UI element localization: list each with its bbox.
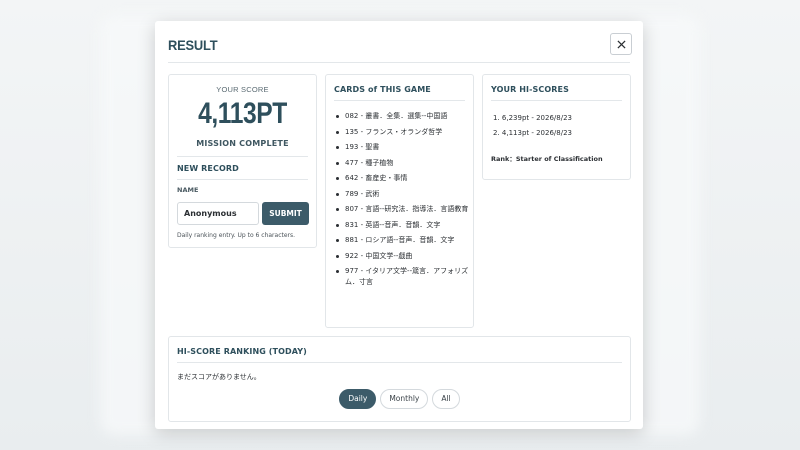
score-card: YOUR SCORE 4,113PT MISSION COMPLETE NEW … xyxy=(168,74,317,248)
score-label: YOUR SCORE xyxy=(216,85,269,94)
list-item: 1. 6,239pt - 2026/8/23 xyxy=(493,114,572,122)
list-item: 789 - 武術 xyxy=(335,189,469,200)
new-record-divider xyxy=(177,179,308,180)
close-icon xyxy=(616,39,626,49)
cards-title: CARDS of THIS GAME xyxy=(334,85,431,94)
name-label: NAME xyxy=(177,186,199,194)
score-divider xyxy=(177,156,308,157)
list-item: 881 - ロシア語--音声．音韻．文字 xyxy=(335,235,469,246)
rank-text: Rank：Starter of Classification xyxy=(491,155,603,163)
list-item: 135 - フランス・オランダ哲学 xyxy=(335,127,469,138)
list-item: 082 - 叢書．全集．選集--中国語 xyxy=(335,111,469,122)
score-value: 4,113PT xyxy=(198,97,287,130)
name-input[interactable]: Anonymous xyxy=(177,202,259,225)
list-item: 477 - 種子植物 xyxy=(335,158,469,169)
hiscores-card: YOUR HI-SCORES 1. 6,239pt - 2026/8/23 2.… xyxy=(482,74,631,180)
cards-divider xyxy=(334,100,465,101)
ranking-divider xyxy=(177,362,622,363)
list-item: 642 - 畜産史・事情 xyxy=(335,173,469,184)
tab-daily[interactable]: Daily xyxy=(339,389,377,409)
hiscores-divider xyxy=(491,100,622,101)
list-item: 977 - イタリア文学--箴言．アフォリズム．寸言 xyxy=(335,266,469,287)
ranking-empty-text: まだスコアがありません。 xyxy=(177,373,261,381)
list-item: 922 - 中国文学--戯曲 xyxy=(335,251,469,262)
modal-title: RESULT xyxy=(168,37,218,53)
header-divider xyxy=(168,62,630,63)
cards-card: CARDS of THIS GAME 082 - 叢書．全集．選集--中国語 1… xyxy=(325,74,474,328)
name-hint: Daily ranking entry. Up to 6 characters. xyxy=(177,232,296,239)
list-item: 193 - 聖書 xyxy=(335,142,469,153)
hiscores-title: YOUR HI-SCORES xyxy=(491,85,569,94)
new-record-title: NEW RECORD xyxy=(177,164,239,173)
list-item: 2. 4,113pt - 2026/8/23 xyxy=(493,129,572,137)
ranking-tabs: Daily Monthly All xyxy=(169,389,630,409)
list-item: 807 - 言語--研究法．指導法．言語教育 xyxy=(335,204,469,215)
cards-list: 082 - 叢書．全集．選集--中国語 135 - フランス・オランダ哲学 19… xyxy=(335,111,469,292)
tab-monthly[interactable]: Monthly xyxy=(380,389,429,409)
result-modal: RESULT YOUR SCORE 4,113PT MISSION COMPLE… xyxy=(155,21,643,429)
close-button[interactable] xyxy=(610,33,632,55)
ranking-title: HI-SCORE RANKING (TODAY) xyxy=(177,347,307,356)
ranking-card: HI-SCORE RANKING (TODAY) まだスコアがありません。 Da… xyxy=(168,336,631,422)
tab-all[interactable]: All xyxy=(432,389,460,409)
submit-button[interactable]: SUBMIT xyxy=(262,202,309,225)
mission-status: MISSION COMPLETE xyxy=(196,139,289,148)
list-item: 831 - 英語--音声．音韻．文字 xyxy=(335,220,469,231)
modal-header: RESULT xyxy=(155,21,643,63)
hiscores-list: 1. 6,239pt - 2026/8/23 2. 4,113pt - 2026… xyxy=(493,111,572,141)
